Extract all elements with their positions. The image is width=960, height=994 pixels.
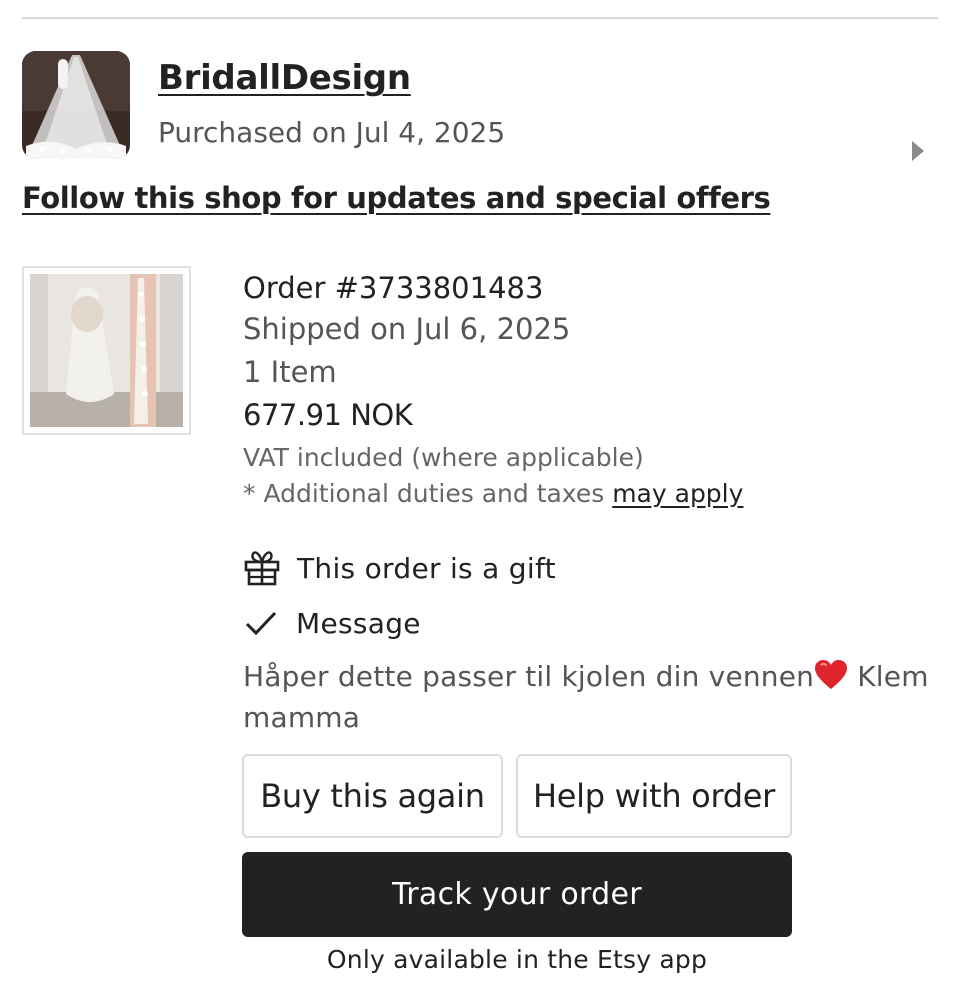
help-with-order-button[interactable]: Help with order (516, 754, 792, 838)
follow-shop-link[interactable]: Follow this shop for updates and special… (22, 181, 771, 215)
gift-message-text: Håper dette passer til kjolen din vennen (243, 660, 815, 693)
message-header: Message (243, 603, 421, 643)
top-divider (22, 17, 938, 19)
app-only-note: Only available in the Etsy app (326, 945, 708, 974)
shop-avatar[interactable] (22, 51, 130, 159)
may-apply-link[interactable]: may apply (612, 479, 743, 508)
duties-note: * Additional duties and taxes may apply (243, 476, 743, 512)
message-label: Message (296, 606, 421, 640)
gift-message: Håper dette passer til kjolen din vennen… (243, 656, 943, 738)
item-thumbnail[interactable] (22, 266, 191, 435)
track-order-button[interactable]: Track your order (242, 852, 792, 937)
purchase-date: Purchased on Jul 4, 2025 (158, 116, 506, 149)
gift-label: This order is a gift (297, 551, 556, 585)
shop-avatar-image (22, 51, 130, 159)
duties-text: * Additional duties and taxes (243, 479, 605, 508)
order-details-page: BridallDesign Purchased on Jul 4, 2025 F… (0, 0, 960, 994)
order-info: Order #3733801483 Shipped on Jul 6, 2025… (243, 268, 743, 512)
order-total-price: 677.91 NOK (243, 398, 413, 432)
buy-again-button[interactable]: Buy this again (242, 754, 503, 838)
vat-note: VAT included (where applicable) (243, 443, 644, 472)
order-number: Order #3733801483 (243, 271, 544, 305)
item-count: 1 Item (243, 355, 337, 389)
shop-name-link[interactable]: BridallDesign (158, 58, 411, 98)
heart-icon (815, 660, 848, 689)
item-thumbnail-image (30, 274, 183, 427)
shipped-date: Shipped on Jul 6, 2025 (243, 312, 571, 346)
chevron-right-icon[interactable] (911, 140, 925, 162)
gift-indicator: This order is a gift (243, 548, 556, 588)
checkmark-icon (245, 611, 277, 636)
gift-icon (244, 551, 280, 586)
